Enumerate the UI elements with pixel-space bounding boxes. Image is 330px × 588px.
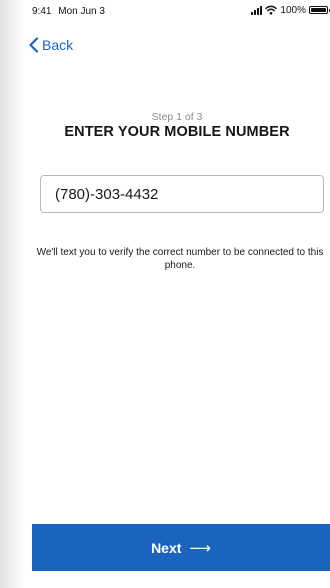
- status-indicators: 100%: [251, 4, 330, 16]
- wifi-icon: [265, 5, 278, 15]
- status-bar: 9:41 Mon Jun 3 100%: [24, 0, 330, 20]
- battery-percent: 100%: [280, 4, 306, 16]
- next-button[interactable]: Next ⟶: [32, 524, 330, 571]
- battery-icon: [309, 6, 330, 14]
- page-title: ENTER YOUR MOBILE NUMBER: [64, 124, 290, 140]
- signal-icon: [251, 5, 263, 15]
- mobile-number-input[interactable]: [40, 175, 324, 213]
- status-date-value: Mon Jun 3: [58, 6, 105, 17]
- next-label: Next: [151, 539, 182, 556]
- arrow-right-icon: ⟶: [189, 539, 211, 557]
- chevron-left-icon: [29, 37, 39, 53]
- left-edge-shadow: [0, 0, 24, 588]
- step-indicator: Step 1 of 3: [151, 111, 203, 123]
- back-label: Back: [42, 37, 74, 53]
- page: 9:41 Mon Jun 3 100% Back Step 1 of 3 ENT…: [0, 0, 330, 588]
- status-time-value: 9:41: [32, 6, 52, 17]
- status-time: 9:41 Mon Jun 3: [32, 6, 105, 17]
- phone-screen: 9:41 Mon Jun 3 100% Back Step 1 of 3 ENT…: [24, 0, 330, 588]
- helper-text: We'll text you to verify the correct num…: [36, 247, 324, 271]
- back-button[interactable]: Back: [28, 37, 73, 53]
